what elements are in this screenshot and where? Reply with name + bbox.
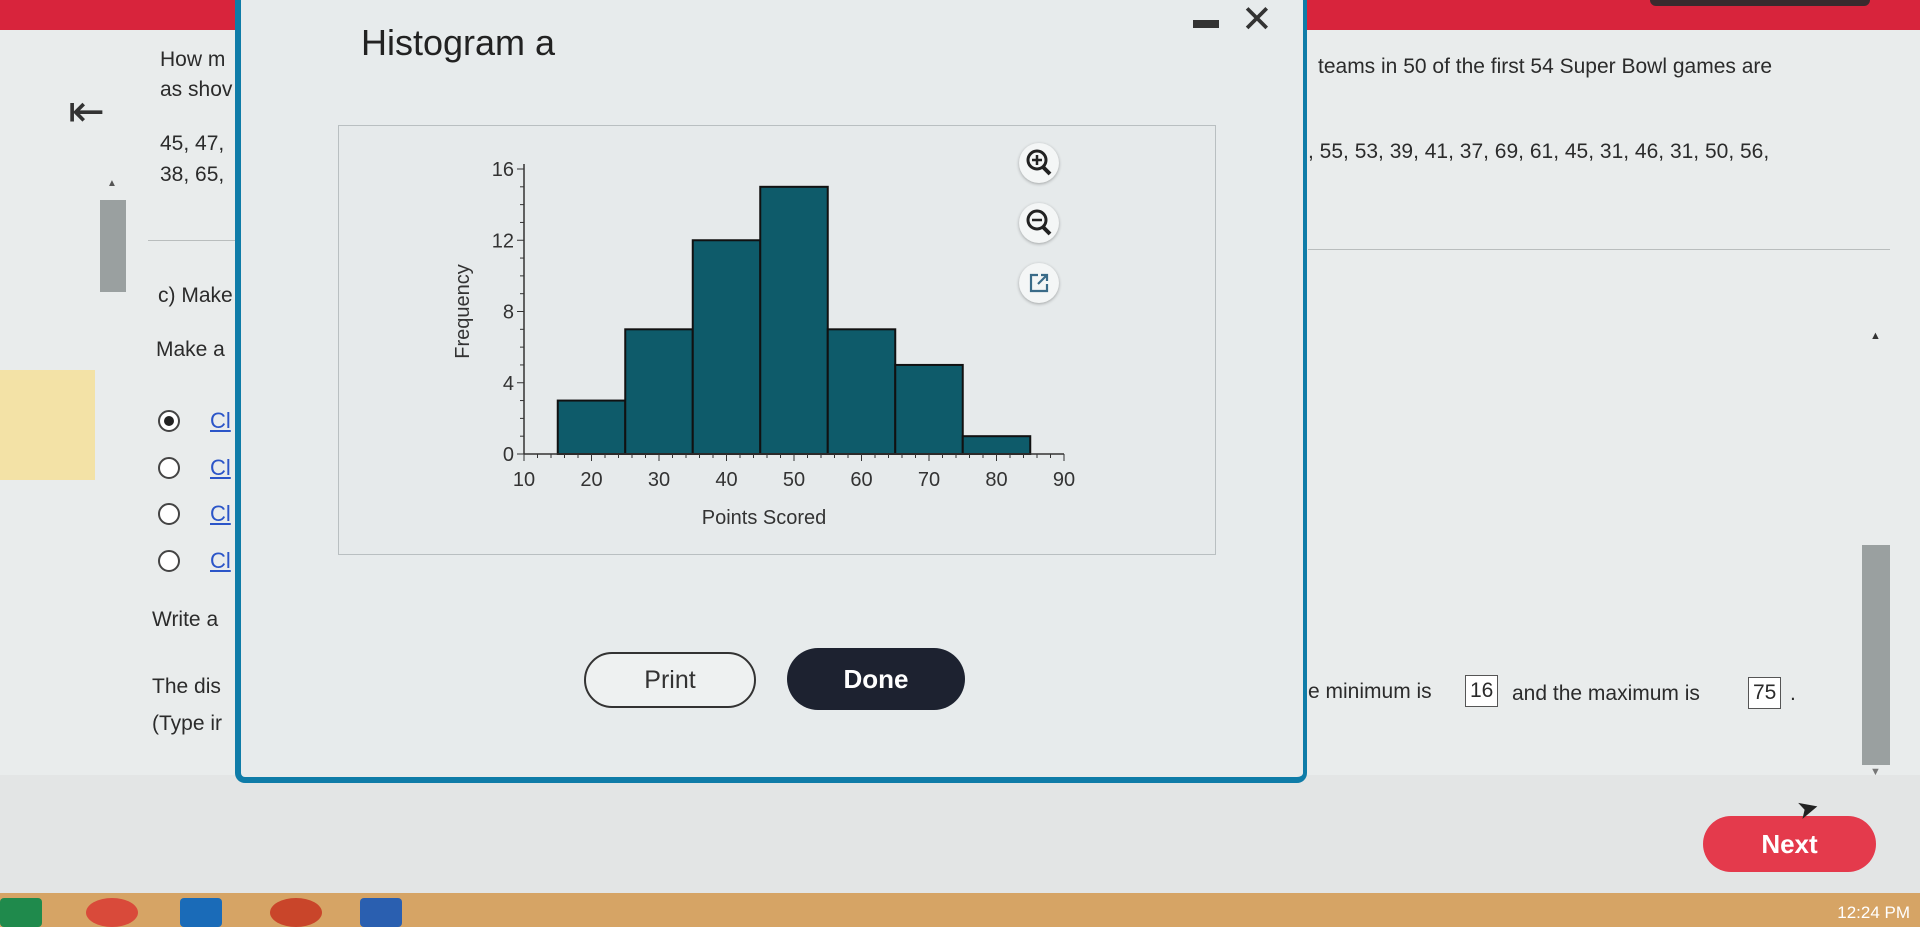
- back-arrow-icon[interactable]: ⇤: [68, 88, 116, 136]
- y-tick-label: 8: [503, 302, 514, 324]
- external-link-icon: [1029, 273, 1049, 293]
- x-tick-label: 20: [580, 469, 602, 491]
- right-scroll-up-icon[interactable]: ▲: [1870, 330, 1881, 342]
- write-a-text: Write a: [152, 608, 219, 631]
- histogram-bar: [894, 363, 964, 455]
- x-axis-label: Points Scored: [702, 507, 827, 529]
- option-label-2[interactable]: Cl: [210, 455, 231, 481]
- powerpoint-icon[interactable]: [270, 898, 322, 927]
- x-tick-label: 30: [648, 469, 670, 491]
- taskbar-clock: 12:24 PM: [1837, 903, 1910, 922]
- x-tick-label: 10: [513, 469, 535, 491]
- data-list-left-1: 45, 47,: [160, 132, 225, 155]
- min-answer-box[interactable]: 16: [1465, 675, 1499, 707]
- data-list-left-2: 38, 65,: [160, 163, 225, 186]
- taskbar: 12:24 PM: [0, 893, 1920, 927]
- option-radio-4[interactable]: [158, 550, 180, 572]
- top-pill: [1650, 0, 1870, 6]
- minimize-icon[interactable]: [1193, 20, 1219, 28]
- footer-band: [0, 775, 1920, 893]
- option-radio-1[interactable]: [158, 410, 180, 432]
- x-tick-label: 40: [715, 469, 737, 491]
- modal-title: Histogram a: [361, 22, 556, 63]
- chrome-icon[interactable]: [86, 898, 138, 927]
- left-scrollbar[interactable]: ▲ ▼: [100, 178, 126, 796]
- divider-left: [148, 240, 238, 241]
- y-axis-label: Frequency: [452, 264, 474, 359]
- option-radio-2[interactable]: [158, 457, 180, 479]
- histogram-bar: [826, 328, 897, 455]
- period-text: .: [1790, 682, 1796, 705]
- max-answer-box[interactable]: 75: [1748, 677, 1782, 709]
- close-icon[interactable]: ✕: [1241, 1, 1273, 39]
- scroll-up-icon[interactable]: ▲: [107, 178, 117, 189]
- zoom-out-button[interactable]: [1019, 203, 1059, 243]
- y-tick-label: 0: [503, 444, 514, 466]
- print-button[interactable]: Print: [584, 652, 756, 708]
- data-list-right-1: , 55, 53, 39, 41, 37, 69, 61, 45, 31, 46…: [1308, 140, 1770, 163]
- histogram-bar: [961, 435, 1032, 455]
- left-scroll-thumb[interactable]: [100, 200, 126, 292]
- part-c-label: c) Make: [158, 284, 233, 307]
- x-tick-label: 50: [783, 469, 805, 491]
- zoom-in-icon: [1026, 149, 1052, 176]
- zoom-out-icon: [1026, 209, 1052, 236]
- min-text: e minimum is: [1308, 680, 1432, 703]
- yellow-sticky: [0, 370, 95, 480]
- histogram-bar: [556, 399, 627, 455]
- popout-button[interactable]: [1019, 263, 1059, 303]
- x-tick-label: 60: [850, 469, 872, 491]
- distribution-text: The dis: [152, 675, 221, 698]
- question-line2-left: as shov: [160, 78, 233, 101]
- histogram-chart: 10 20 30 40 50 60 70 80 90 0 4 8 12 16 Points Scored Fr…: [452, 159, 1075, 529]
- chart-frame: 10 20 30 40 50 60 70 80 90 0 4 8 12 16 Points Scored Fr…: [338, 125, 1216, 555]
- question-line1-left: How m: [160, 48, 226, 71]
- x-tick-label: 90: [1053, 469, 1075, 491]
- right-scroll-thumb[interactable]: [1862, 545, 1890, 765]
- right-scrollbar[interactable]: ▲ ▼: [1862, 320, 1890, 790]
- next-button[interactable]: Next: [1703, 816, 1876, 872]
- option-label-3[interactable]: Cl: [210, 501, 231, 527]
- zoom-in-button[interactable]: [1019, 143, 1059, 183]
- x-tick-label: 80: [985, 469, 1007, 491]
- option-radio-3[interactable]: [158, 503, 180, 525]
- y-tick-label: 16: [492, 159, 514, 181]
- done-button[interactable]: Done: [787, 648, 965, 710]
- y-tick-label: 4: [503, 373, 514, 395]
- histogram-bar: [624, 328, 694, 455]
- histogram-modal: Histogram a ✕ 10 20 30 40 50 60 70 80 90 0 4 8 12 16 P…: [235, 0, 1307, 783]
- histogram-bar: [691, 239, 762, 455]
- outlook-icon[interactable]: [180, 898, 222, 927]
- option-label-4[interactable]: Cl: [210, 548, 231, 574]
- option-label-1[interactable]: Cl: [210, 408, 231, 434]
- divider-right: [1308, 249, 1890, 250]
- max-text: and the maximum is: [1512, 682, 1700, 705]
- histogram-bar: [759, 185, 829, 455]
- excel-icon[interactable]: [0, 898, 42, 927]
- type-hint-text: (Type ir: [152, 712, 223, 735]
- y-tick-label: 12: [492, 230, 514, 252]
- word-icon[interactable]: [360, 898, 402, 927]
- x-tick-label: 70: [918, 469, 940, 491]
- make-a-text: Make a: [156, 338, 225, 361]
- question-line1-right: teams in 50 of the first 54 Super Bowl g…: [1318, 55, 1773, 78]
